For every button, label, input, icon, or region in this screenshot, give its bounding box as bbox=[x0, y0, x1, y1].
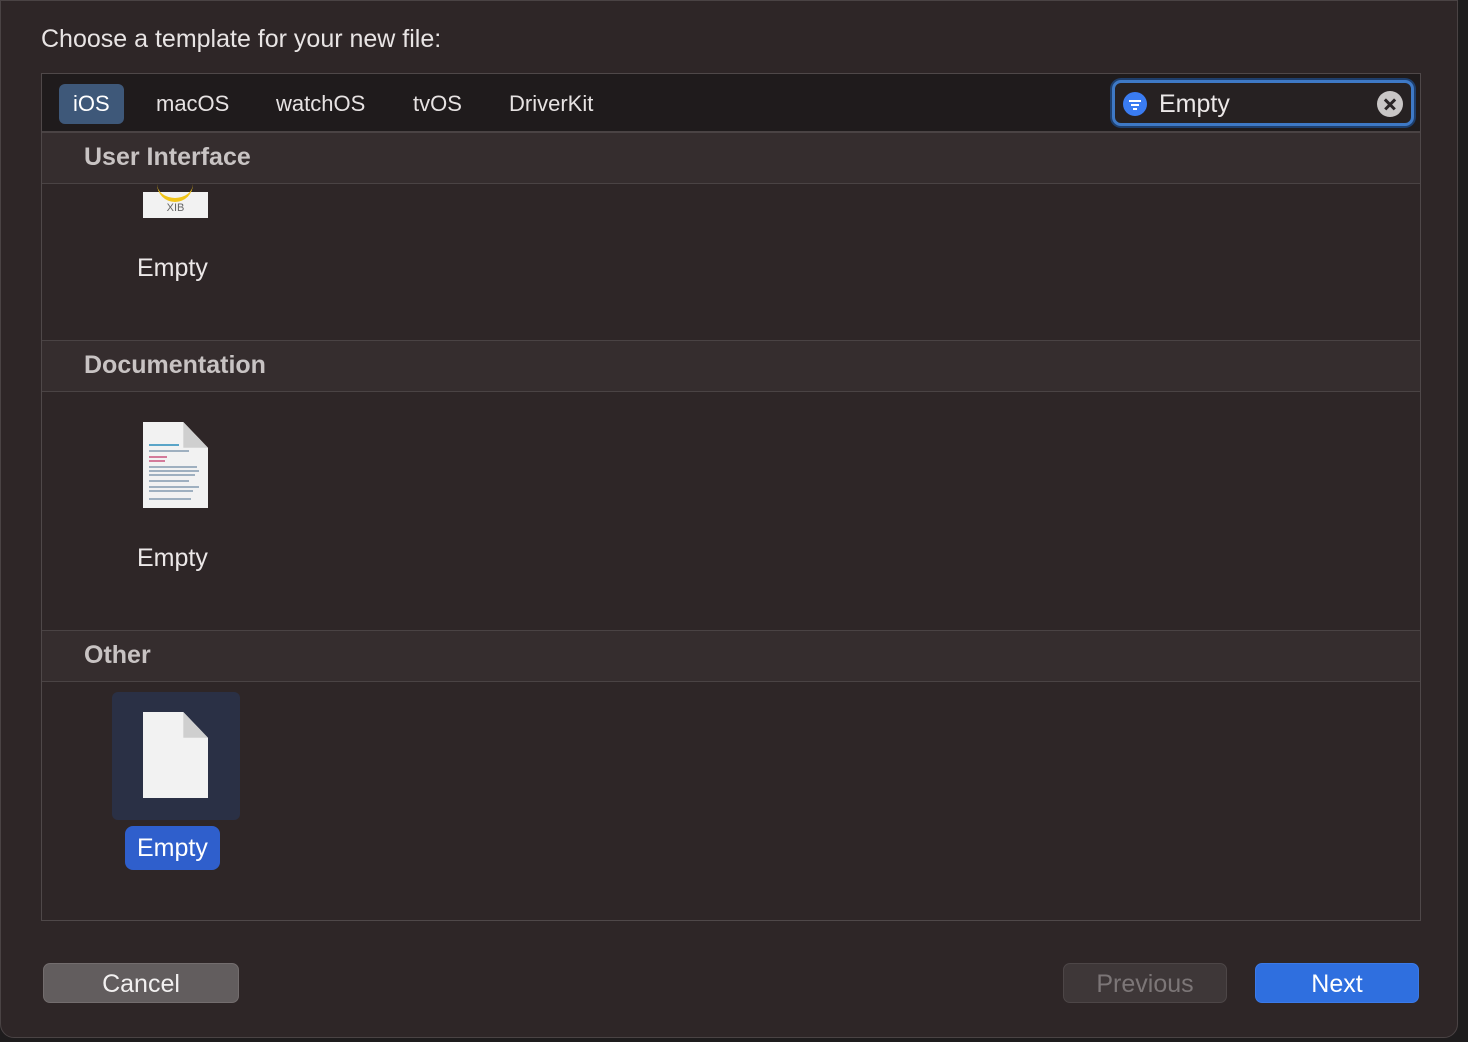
next-button[interactable]: Next bbox=[1255, 963, 1419, 1003]
template-chooser-sheet: Choose a template for your new file: iOS… bbox=[0, 0, 1458, 1038]
platform-tab-bar: iOS macOS watchOS tvOS DriverKit Empty bbox=[42, 74, 1420, 132]
section-header-other: Other bbox=[42, 630, 1420, 682]
tab-ios[interactable]: iOS bbox=[59, 84, 124, 124]
section-title: Other bbox=[84, 641, 151, 669]
xib-badge: XIB bbox=[166, 202, 185, 214]
cancel-button[interactable]: Cancel bbox=[43, 963, 239, 1003]
filter-icon[interactable] bbox=[1123, 92, 1147, 116]
template-tile-other-empty[interactable] bbox=[112, 692, 240, 820]
template-tile-documentation-empty[interactable] bbox=[112, 404, 240, 532]
section-header-user-interface: User Interface bbox=[42, 132, 1420, 184]
xib-decoration bbox=[157, 184, 193, 202]
tab-tvos[interactable]: tvOS bbox=[399, 84, 476, 124]
markdown-file-icon bbox=[143, 422, 208, 508]
template-label-documentation-empty[interactable]: Empty bbox=[125, 536, 220, 580]
template-panel: iOS macOS watchOS tvOS DriverKit Empty U… bbox=[41, 73, 1421, 921]
blank-file-icon bbox=[143, 712, 208, 798]
tab-macos[interactable]: macOS bbox=[142, 84, 243, 124]
tab-watchos[interactable]: watchOS bbox=[262, 84, 379, 124]
template-label-xib-empty[interactable]: Empty bbox=[125, 246, 220, 290]
clear-search-icon[interactable] bbox=[1377, 91, 1403, 117]
previous-button[interactable]: Previous bbox=[1063, 963, 1227, 1003]
template-tile-xib-empty[interactable]: XIB bbox=[112, 136, 240, 264]
tab-driverkit[interactable]: DriverKit bbox=[495, 84, 607, 124]
xib-file-icon: XIB bbox=[143, 192, 208, 218]
template-search-field[interactable]: Empty bbox=[1112, 80, 1414, 126]
dialog-prompt: Choose a template for your new file: bbox=[41, 25, 442, 53]
search-input[interactable]: Empty bbox=[1159, 89, 1230, 119]
template-label-other-empty[interactable]: Empty bbox=[125, 826, 220, 870]
section-header-documentation: Documentation bbox=[42, 340, 1420, 392]
section-title: Documentation bbox=[84, 351, 266, 379]
